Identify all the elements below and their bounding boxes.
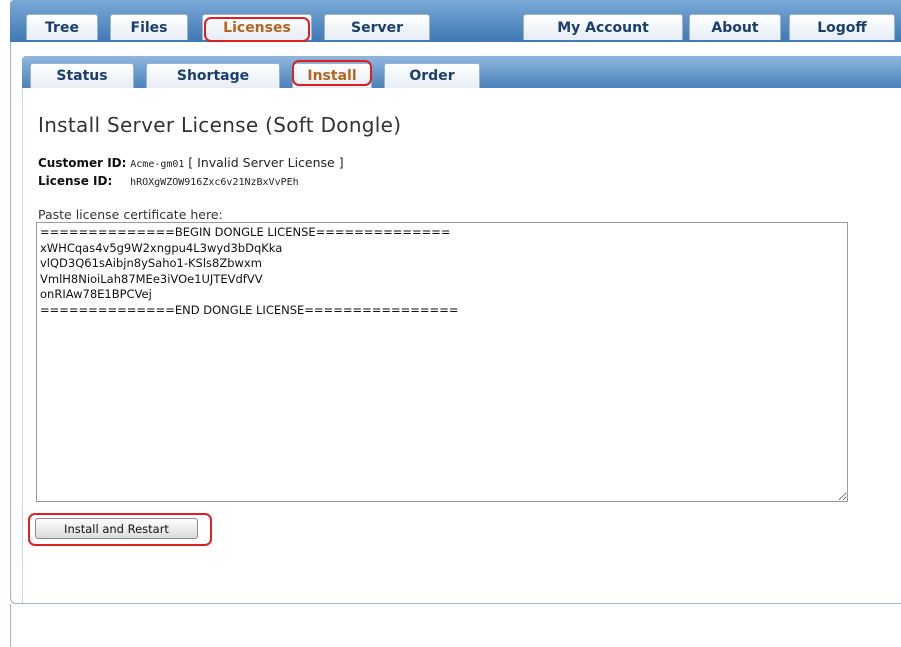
install-and-restart-button[interactable]: Install and Restart: [35, 518, 198, 539]
paste-label: Paste license certificate here:: [38, 207, 223, 222]
license-id-value: hROXgWZOW916Zxc6v21NzBxVvPEh: [130, 177, 299, 188]
subtab-install[interactable]: Install: [292, 63, 372, 88]
license-id-label: License ID:: [38, 174, 113, 188]
customer-id-label: Customer ID:: [38, 156, 127, 170]
subtab-shortage[interactable]: Shortage: [146, 63, 280, 88]
tab-about[interactable]: About: [689, 14, 781, 40]
tab-files[interactable]: Files: [110, 14, 188, 40]
tab-server[interactable]: Server: [324, 14, 430, 40]
license-certificate-textarea[interactable]: ==============BEGIN DONGLE LICENSE======…: [36, 222, 848, 502]
customer-license-status: [ Invalid Server License ]: [188, 155, 344, 170]
tab-tree[interactable]: Tree: [26, 14, 98, 40]
tab-my-account[interactable]: My Account: [523, 14, 683, 40]
customer-id-row: Customer ID: Acme-gm01 [ Invalid Server …: [38, 155, 344, 170]
subtab-order[interactable]: Order: [384, 63, 480, 88]
license-id-row: License ID: hROXgWZOW916Zxc6v21NzBxVvPEh: [38, 174, 299, 188]
tab-licenses[interactable]: Licenses: [202, 14, 312, 40]
page-title: Install Server License (Soft Dongle): [38, 113, 402, 137]
subtab-status[interactable]: Status: [30, 63, 134, 88]
panel-edge: [10, 604, 11, 647]
tab-logoff[interactable]: Logoff: [789, 14, 895, 40]
customer-id-value: Acme-gm01: [130, 159, 185, 170]
